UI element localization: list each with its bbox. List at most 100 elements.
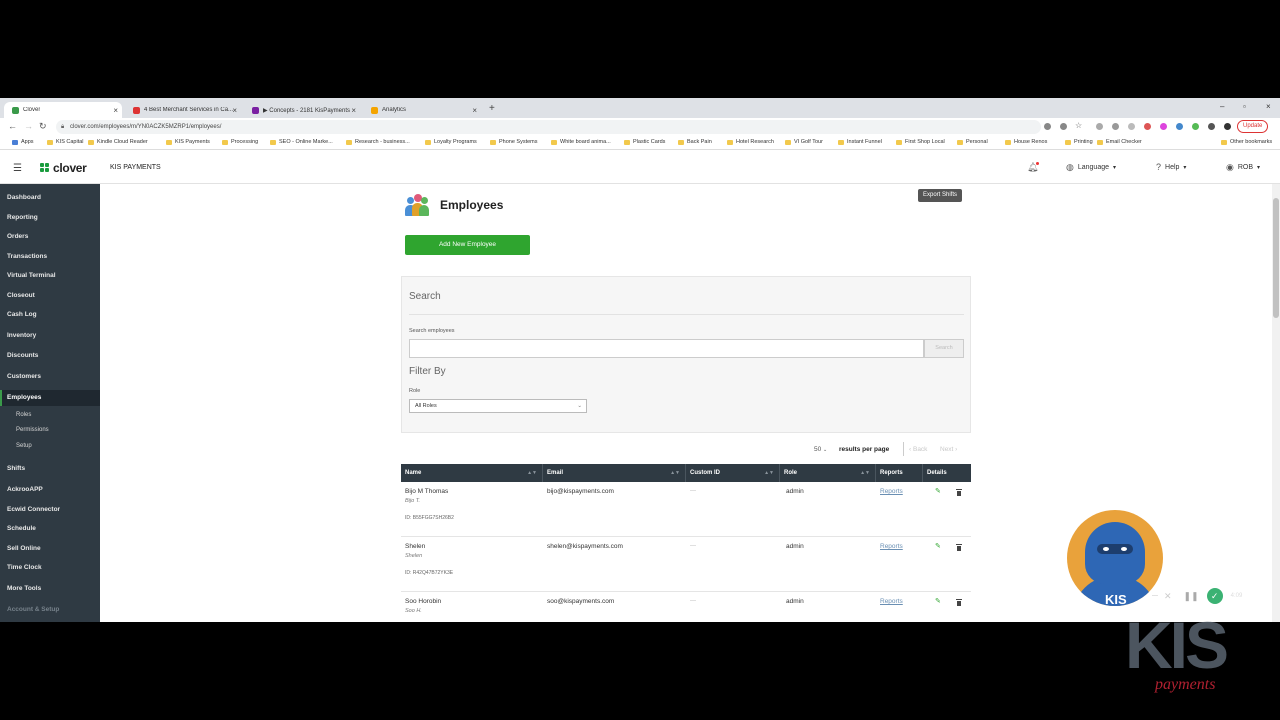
user-menu[interactable]: ◉ ROB ▾: [1226, 162, 1260, 173]
bookmark-item[interactable]: KIS Payments: [166, 139, 210, 145]
trash-icon[interactable]: [956, 599, 962, 606]
page-scrollbar[interactable]: [1272, 184, 1280, 622]
sidebar-item-cash-log[interactable]: Cash Log: [7, 311, 37, 318]
column-header-role[interactable]: Role ▲▼: [780, 464, 876, 482]
help-menu[interactable]: ? Help ▾: [1156, 162, 1186, 172]
profile-avatar-icon[interactable]: [1224, 123, 1231, 130]
export-shifts-button[interactable]: Export Shifts: [918, 189, 963, 202]
key-icon[interactable]: [1060, 123, 1067, 130]
sidebar-item-transactions[interactable]: Transactions: [7, 253, 47, 260]
sidebar-item-reporting[interactable]: Reporting: [7, 214, 38, 221]
reports-link[interactable]: Reports: [880, 488, 903, 495]
scrollbar-thumb[interactable]: [1273, 198, 1279, 318]
minimize-icon[interactable]: –: [1220, 102, 1224, 111]
tab-concepts[interactable]: ▶ Concepts - 2181 KisPayments ×: [244, 102, 360, 118]
bookmark-item[interactable]: Apps: [12, 139, 34, 145]
table-row[interactable]: Bijo M Thomas Bijo T. ID: B55FGG7SH26B2 …: [401, 482, 971, 537]
bookmark-item[interactable]: Loyalty Programs: [425, 139, 477, 145]
extension-icon[interactable]: [1144, 123, 1151, 130]
sidebar-item-ackrooapp[interactable]: AckrooAPP: [7, 486, 43, 493]
menu-icon[interactable]: ☰: [13, 163, 22, 174]
sidebar-item-inventory[interactable]: Inventory: [7, 332, 36, 339]
notification-bell-icon[interactable]: 🔔︎: [1027, 162, 1040, 173]
bookmark-item[interactable]: Phone Systems: [490, 139, 538, 145]
bookmark-item[interactable]: Processing: [222, 139, 258, 145]
bookmark-item[interactable]: Back Pain: [678, 139, 712, 145]
per-page-select[interactable]: 50 ⌄: [814, 446, 827, 453]
sidebar-subitem-permissions[interactable]: Permissions: [16, 427, 49, 433]
new-tab-icon[interactable]: +: [489, 103, 495, 114]
sidebar-item-discounts[interactable]: Discounts: [7, 352, 38, 359]
sidebar-item-virtual-terminal[interactable]: Virtual Terminal: [7, 272, 56, 279]
clover-logo[interactable]: clover: [40, 161, 87, 175]
extension-icon[interactable]: [1160, 123, 1167, 130]
edit-pencil-icon[interactable]: ✎: [935, 487, 941, 495]
sidebar-item-sell-online[interactable]: Sell Online: [7, 545, 41, 552]
sidebar-item-orders[interactable]: Orders: [7, 233, 28, 240]
reports-link[interactable]: Reports: [880, 598, 903, 605]
close-tab-icon[interactable]: ×: [232, 106, 237, 115]
bookmark-item[interactable]: SEO - Online Marke...: [270, 139, 333, 145]
extension-icon[interactable]: [1096, 123, 1103, 130]
bookmark-item[interactable]: Research - business...: [346, 139, 410, 145]
edit-pencil-icon[interactable]: ✎: [935, 597, 941, 605]
cancel-recording-icon[interactable]: ✕: [1164, 591, 1172, 602]
extension-icon[interactable]: [1112, 123, 1119, 130]
next-page-button[interactable]: Next ›: [940, 446, 957, 453]
bookmark-item[interactable]: Hotel Research: [727, 139, 774, 145]
extension-icon[interactable]: [1192, 123, 1199, 130]
bookmark-item[interactable]: Plastic Cards: [624, 139, 665, 145]
bookmark-item[interactable]: VI Golf Tour: [785, 139, 823, 145]
role-select[interactable]: All Roles ⌄: [409, 399, 587, 413]
sidebar-item-employees[interactable]: Employees: [7, 394, 41, 401]
extension-icon[interactable]: [1128, 123, 1135, 130]
bookmark-item[interactable]: Email Checker: [1097, 139, 1142, 145]
close-tab-icon[interactable]: ×: [113, 106, 118, 115]
sidebar-item-schedule[interactable]: Schedule: [7, 525, 36, 532]
tab-clover[interactable]: Clover ×: [4, 102, 122, 118]
update-button[interactable]: Update: [1237, 120, 1269, 133]
back-page-button[interactable]: ‹ Back: [909, 446, 927, 453]
reload-icon[interactable]: ↻: [39, 121, 47, 132]
sidebar-item-customers[interactable]: Customers: [7, 373, 41, 380]
search-employees-input[interactable]: [409, 339, 924, 358]
search-button[interactable]: Search: [924, 339, 964, 358]
table-row[interactable]: Soo Horobin Soo H. soo@kispayments.com —…: [401, 592, 971, 622]
more-options-icon[interactable]: ···: [1152, 593, 1158, 599]
column-header-name[interactable]: Name ▲▼: [401, 464, 543, 482]
sidebar-item-account-setup[interactable]: Account & Setup: [7, 606, 59, 613]
close-tab-icon[interactable]: ×: [472, 106, 477, 115]
bookmark-item[interactable]: Other bookmarks: [1221, 139, 1272, 145]
maximize-icon[interactable]: ▫: [1243, 102, 1246, 111]
sidebar-subitem-roles[interactable]: Roles: [16, 412, 31, 418]
finish-recording-icon[interactable]: ✓: [1206, 588, 1223, 604]
sidebar-item-dashboard[interactable]: Dashboard: [7, 194, 41, 201]
url-input[interactable]: 🔒︎ clover.com/employees/m/YN0ACZK5MZRP1/…: [56, 120, 1041, 134]
tab-analytics[interactable]: Analytics ×: [363, 102, 481, 118]
puzzle-icon[interactable]: [1208, 123, 1215, 130]
close-window-icon[interactable]: ×: [1266, 102, 1271, 111]
bookmark-item[interactable]: Personal: [957, 139, 988, 145]
add-new-employee-button[interactable]: Add New Employee: [405, 235, 530, 255]
forward-arrow-icon[interactable]: →: [24, 121, 33, 131]
sidebar-item-closeout[interactable]: Closeout: [7, 292, 35, 299]
star-icon[interactable]: ☆: [1075, 121, 1082, 130]
extension-icon[interactable]: [1176, 123, 1183, 130]
column-header-email[interactable]: Email ▲▼: [543, 464, 686, 482]
sidebar-subitem-setup[interactable]: Setup: [16, 443, 32, 449]
table-row[interactable]: Shelen Shelen ID: R42Q47B72YK3E shelen@k…: [401, 537, 971, 592]
bookmark-item[interactable]: Instant Funnel: [838, 139, 882, 145]
column-header-custom-id[interactable]: Custom ID ▲▼: [686, 464, 780, 482]
language-menu[interactable]: ◍ Language ▾: [1066, 162, 1116, 173]
sidebar-item-more-tools[interactable]: More Tools: [7, 585, 41, 592]
tab-merchant-services[interactable]: 4 Best Merchant Services in Ca... ×: [125, 102, 241, 118]
sidebar-item-ecwid-connector[interactable]: Ecwid Connector: [7, 506, 60, 513]
sidebar-item-time-clock[interactable]: Time Clock: [7, 564, 42, 571]
trash-icon[interactable]: [956, 544, 962, 551]
close-tab-icon[interactable]: ×: [351, 106, 356, 115]
bookmark-item[interactable]: First Shop Local: [896, 139, 945, 145]
camera-icon[interactable]: [1044, 123, 1051, 130]
back-arrow-icon[interactable]: ←: [8, 121, 17, 131]
trash-icon[interactable]: [956, 489, 962, 496]
bookmark-item[interactable]: House Renos: [1005, 139, 1047, 145]
